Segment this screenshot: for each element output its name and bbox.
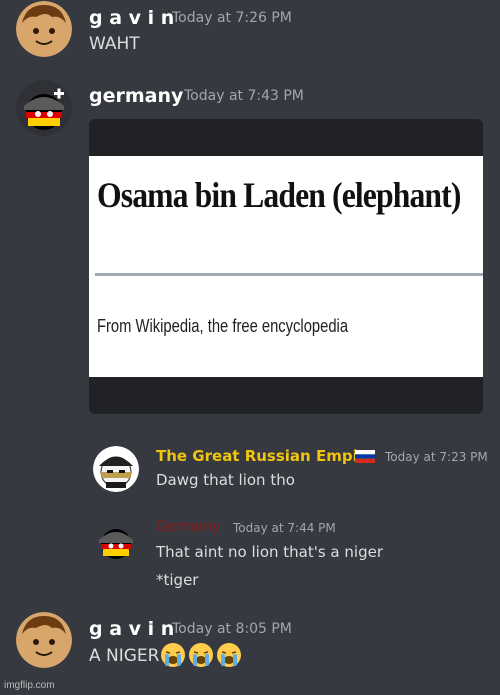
message-text: That aint no lion that's a niger: [156, 543, 383, 561]
russian-flag-icon: [355, 450, 375, 463]
username[interactable]: germany: [89, 85, 183, 107]
wiki-subtitle: From Wikipedia, the free encyclopedia: [97, 316, 349, 336]
timestamp: Today at 7:23 PM: [385, 450, 488, 464]
divider: [95, 273, 483, 276]
message-text: A NIGER: [89, 646, 160, 666]
timestamp: Today at 7:44 PM: [233, 521, 336, 535]
timestamp: Today at 7:43 PM: [184, 88, 304, 104]
loudly-crying-face-icon: [161, 643, 185, 667]
avatar-germany-small[interactable]: [93, 518, 139, 564]
avatar-germany[interactable]: [16, 80, 72, 136]
username[interactable]: g a v i n: [89, 618, 174, 640]
avatar-gavin[interactable]: [16, 1, 72, 57]
watermark: imgflip.com: [4, 680, 55, 691]
message-text: Dawg that lion tho: [156, 471, 295, 489]
wiki-title: Osama bin Laden (elephant): [97, 175, 461, 215]
loudly-crying-face-icon: [217, 643, 241, 667]
timestamp: Today at 8:05 PM: [172, 621, 292, 637]
loudly-crying-face-icon: [189, 643, 213, 667]
message-text: WAHT: [89, 34, 140, 54]
image-embed[interactable]: Osama bin Laden (elephant) From Wikipedi…: [89, 119, 483, 414]
avatar-gavin[interactable]: [16, 612, 72, 668]
username[interactable]: The Great Russian Empire: [156, 447, 375, 465]
timestamp: Today at 7:26 PM: [172, 10, 292, 26]
avatar-russian-empire[interactable]: [93, 446, 139, 492]
message-text: *tiger: [156, 571, 199, 589]
username[interactable]: Germany: [156, 519, 220, 535]
wikipedia-screenshot: Osama bin Laden (elephant) From Wikipedi…: [89, 156, 483, 377]
username[interactable]: g a v i n: [89, 7, 174, 29]
